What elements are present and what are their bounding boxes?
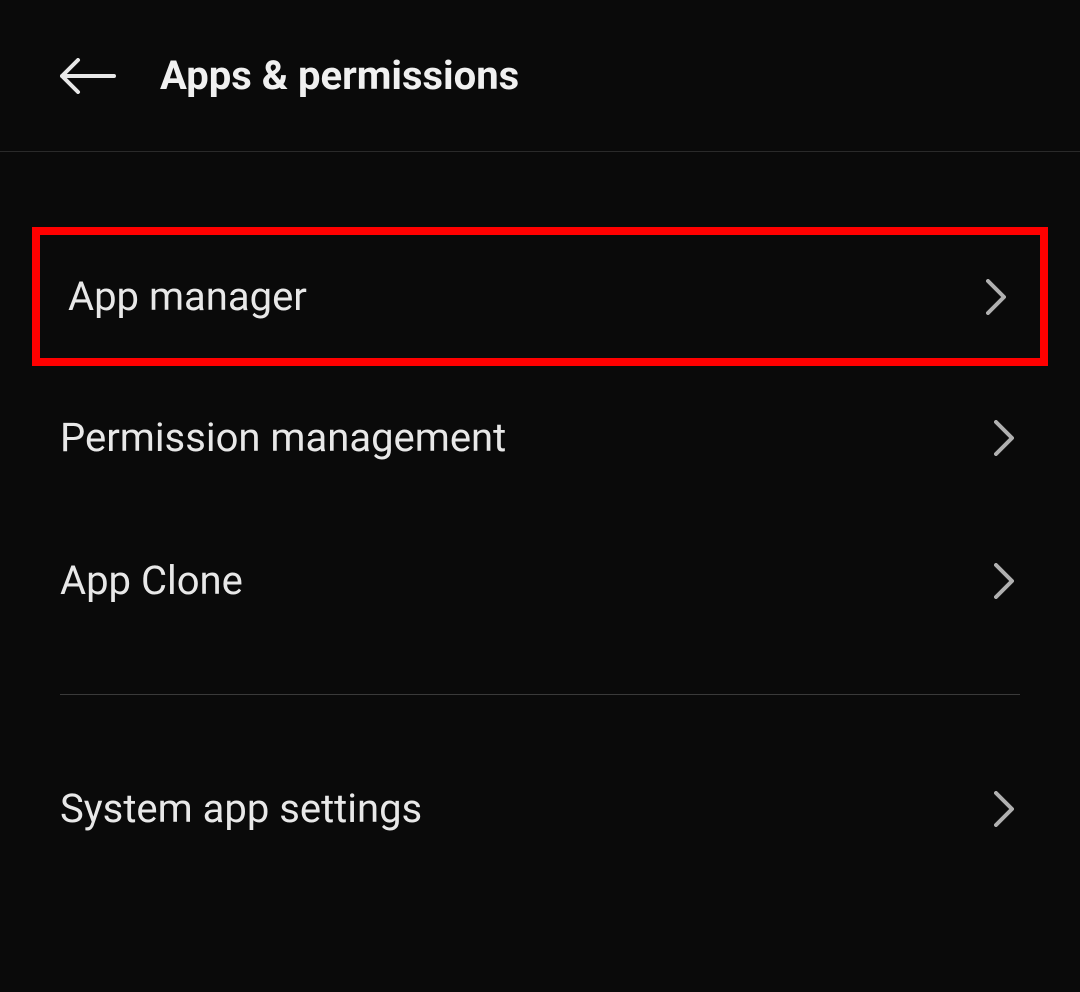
page-title: Apps & permissions — [160, 52, 519, 99]
chevron-right-icon — [988, 789, 1020, 829]
list-item-label: System app settings — [60, 785, 422, 832]
back-button[interactable] — [60, 56, 120, 96]
list-item-system-app-settings[interactable]: System app settings — [0, 737, 1080, 880]
list-item-label: Permission management — [60, 414, 506, 461]
list-item-app-clone[interactable]: App Clone — [0, 509, 1080, 652]
chevron-right-icon — [988, 561, 1020, 601]
list-item-app-manager[interactable]: App manager — [32, 227, 1048, 366]
chevron-right-icon — [988, 418, 1020, 458]
chevron-right-icon — [980, 277, 1012, 317]
list-item-permission-management[interactable]: Permission management — [0, 366, 1080, 509]
arrow-left-icon — [60, 58, 116, 94]
list-item-label: App Clone — [60, 557, 243, 604]
divider — [60, 694, 1020, 695]
header: Apps & permissions — [0, 0, 1080, 152]
settings-list: App manager Permission management App Cl… — [0, 152, 1080, 880]
list-item-label: App manager — [68, 273, 307, 320]
